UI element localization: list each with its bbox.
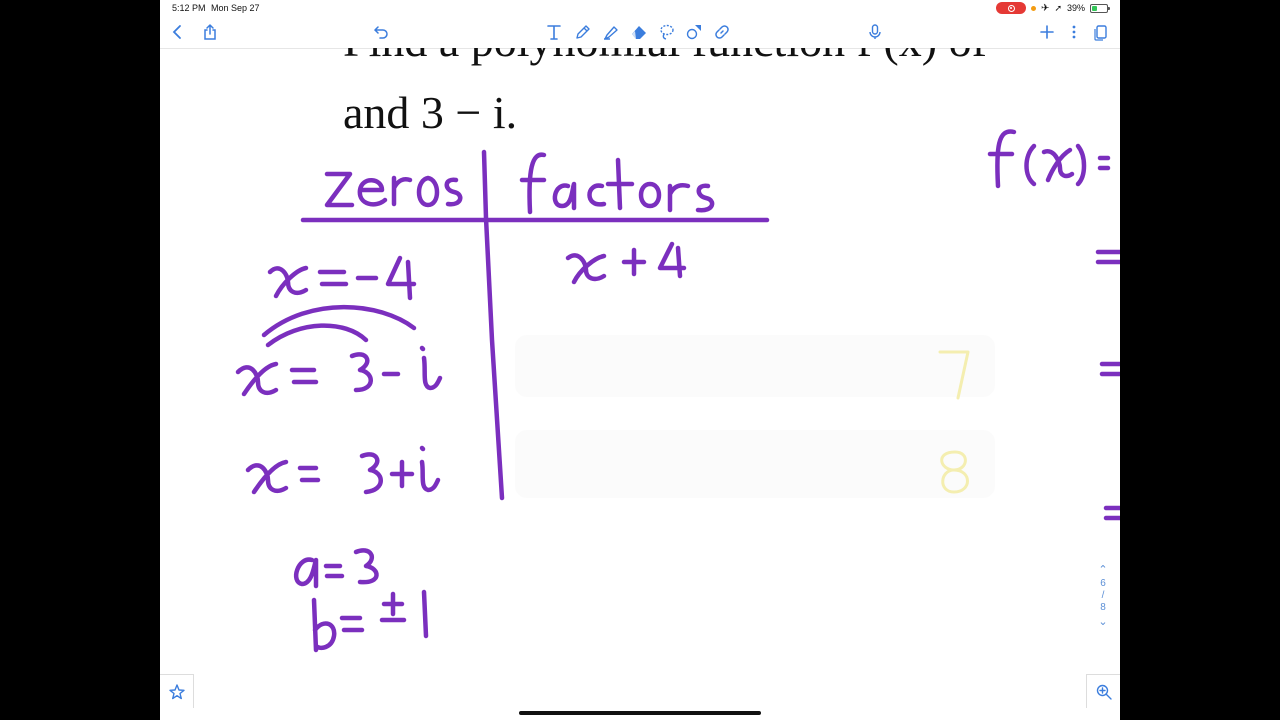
total-pages: 8 <box>1100 602 1106 613</box>
page-separator: / <box>1101 590 1105 601</box>
chevron-up-icon: ⌃ <box>1098 564 1108 576</box>
zero-row-2-ink <box>235 345 443 397</box>
previous-page-button[interactable]: ⌃ <box>1090 562 1116 578</box>
page-navigator: ⌃ 6 / 8 ⌄ <box>1090 562 1116 630</box>
right-equals-ink <box>1095 249 1120 521</box>
note-b-ink <box>311 589 429 653</box>
star-icon <box>168 683 185 699</box>
zero-row-3-ink <box>245 445 441 495</box>
note-a-ink <box>293 548 379 589</box>
handwritten-ink-layer <box>235 129 1120 653</box>
factor-row-1-ink <box>565 241 687 285</box>
conjugate-arc-ink <box>261 304 417 348</box>
f-of-x-ink <box>987 129 1111 189</box>
current-page-number: 6 <box>1100 578 1106 589</box>
next-page-button[interactable]: ⌄ <box>1090 614 1116 630</box>
chevron-down-icon: ⌄ <box>1098 616 1108 628</box>
zoom-in-icon <box>1096 684 1112 700</box>
zeros-header-ink <box>324 171 463 208</box>
ipad-screen: 5:12 PM Mon Sep 27 ✈ ➚ 39% and 3 − i. ⌃ … <box>160 0 1120 720</box>
home-indicator[interactable] <box>519 711 761 715</box>
faint-marks <box>515 335 995 498</box>
favorite-button[interactable] <box>160 674 194 708</box>
zoom-button[interactable] <box>1086 674 1120 708</box>
zero-row-1-ink <box>267 255 417 301</box>
factors-header-ink <box>519 152 715 215</box>
